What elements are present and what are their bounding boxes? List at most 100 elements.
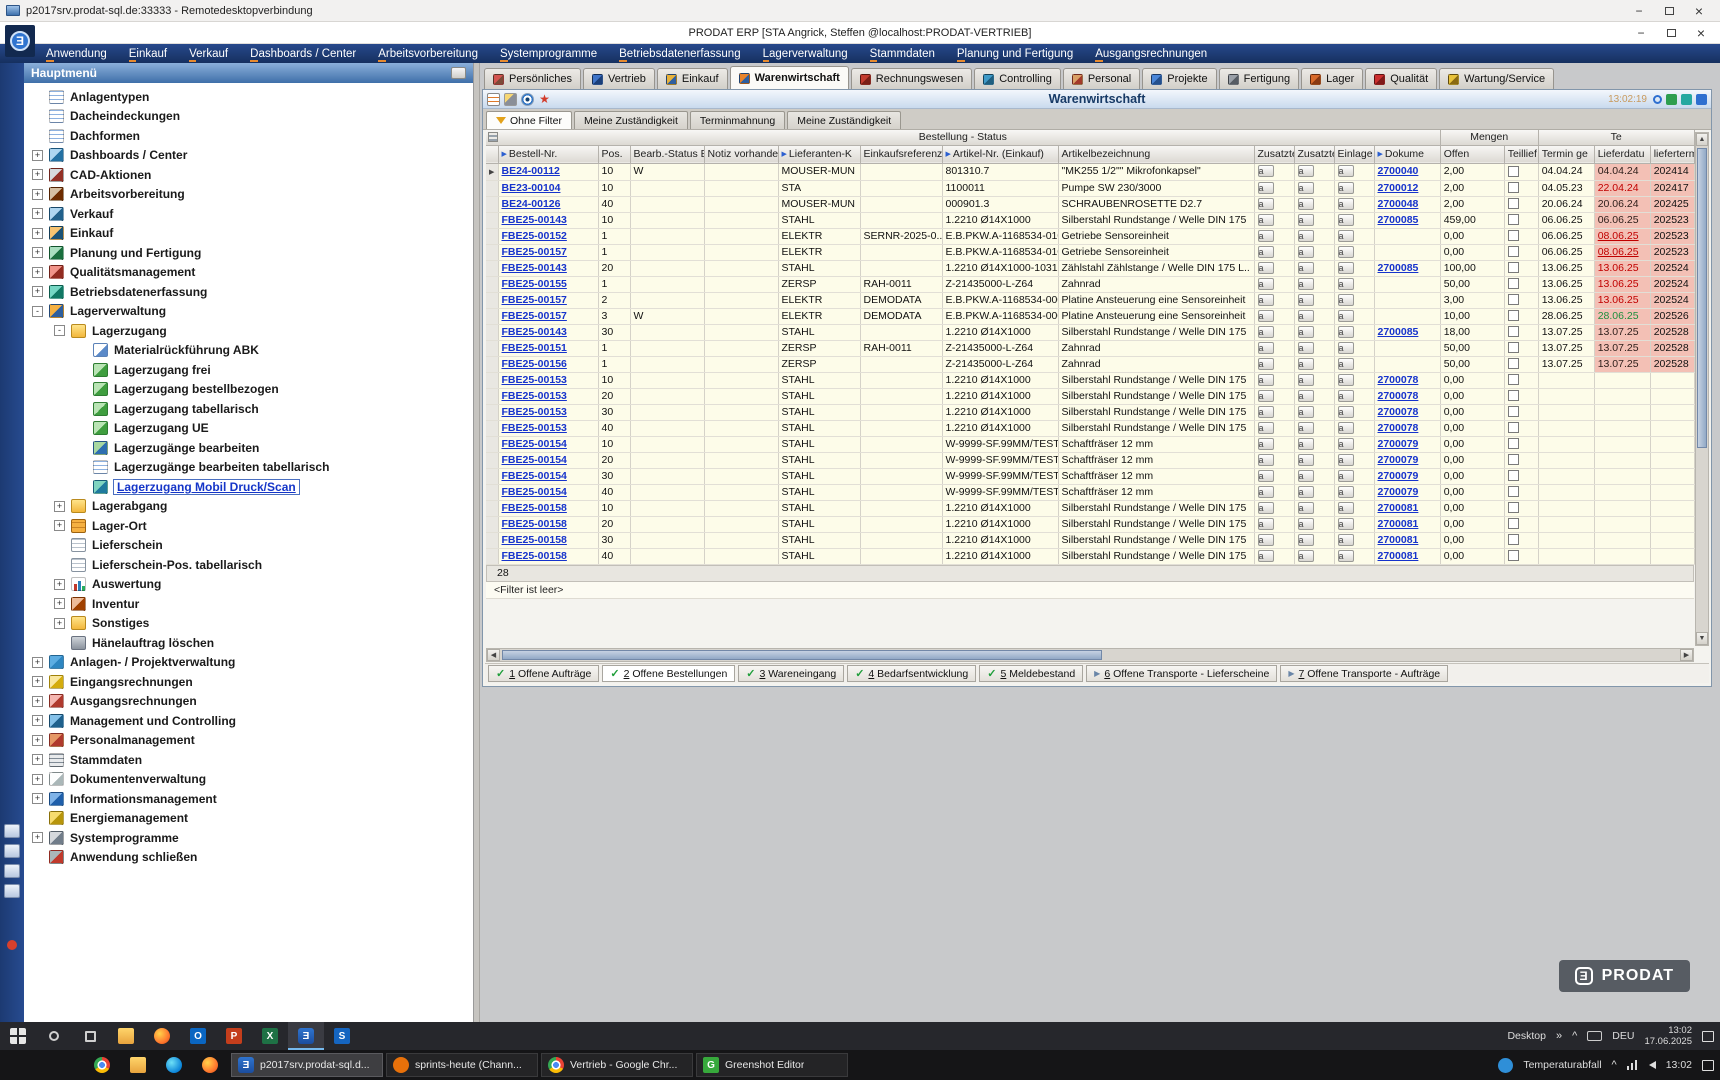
toolbar-overflow-icon[interactable] bbox=[1556, 1030, 1562, 1042]
remote-clock[interactable]: 13:02 17.06.2025 bbox=[1644, 1025, 1692, 1047]
text-note-button[interactable]: a bbox=[1298, 374, 1314, 386]
rdp-restore-button[interactable] bbox=[1654, 2, 1684, 19]
expand-icon[interactable]: + bbox=[32, 247, 43, 258]
tree-item-lagerverwaltung[interactable]: -Lagerverwaltung bbox=[24, 302, 473, 322]
column-header-lieferdat[interactable]: Lieferdatu bbox=[1594, 145, 1650, 163]
collapse-icon[interactable]: - bbox=[54, 325, 65, 336]
tree-item-auswertung[interactable]: +Auswertung bbox=[24, 575, 473, 595]
text-note-button[interactable]: a bbox=[1338, 454, 1354, 466]
taskbar-app-excel[interactable]: X bbox=[252, 1022, 288, 1050]
window-icon[interactable] bbox=[1696, 94, 1707, 105]
order-link[interactable]: FBE25-00154 bbox=[502, 454, 567, 466]
filter-tab-meine-zuständigkeit-2[interactable]: Meine Zuständigkeit bbox=[574, 111, 688, 129]
column-options-icon[interactable] bbox=[488, 132, 498, 142]
menu-item-verkauf[interactable]: Verkauf bbox=[189, 48, 228, 60]
vertical-scroll-thumb[interactable] bbox=[1697, 148, 1707, 448]
tree-item-management-und-controlling[interactable]: +Management und Controlling bbox=[24, 711, 473, 731]
column-header-bestell[interactable]: Bestell-Nr. bbox=[498, 145, 598, 163]
table-row[interactable]: FBE25-001551ZERSPRAH-0011Z-21435000-L-Z6… bbox=[486, 276, 1694, 292]
text-note-button[interactable]: a bbox=[1258, 438, 1274, 450]
document-link[interactable]: 2700079 bbox=[1378, 454, 1419, 466]
menu-item-betriebsdatenerfassung[interactable]: Betriebsdatenerfassung bbox=[619, 48, 740, 60]
partial-delivery-checkbox[interactable] bbox=[1508, 214, 1519, 225]
tree-item-hänelauftrag-löschen[interactable]: Hänelauftrag löschen bbox=[24, 633, 473, 653]
order-link[interactable]: BE24-00112 bbox=[502, 165, 560, 177]
tree-item-anlagen-projektverwaltung[interactable]: +Anlagen- / Projektverwaltung bbox=[24, 653, 473, 673]
column-header-marker[interactable] bbox=[486, 145, 498, 163]
tree-item-lagerzugänge-bearbeiten[interactable]: Lagerzugänge bearbeiten bbox=[24, 438, 473, 458]
table-row[interactable]: FBE25-0015840STAHL1.2210 Ø14X1000Silbers… bbox=[486, 548, 1694, 564]
tree-item-lagerzugang-frei[interactable]: Lagerzugang frei bbox=[24, 360, 473, 380]
tree-item-lieferschein[interactable]: Lieferschein bbox=[24, 536, 473, 556]
app-minimize-button[interactable] bbox=[1626, 24, 1656, 41]
order-link[interactable]: FBE25-00156 bbox=[502, 358, 567, 370]
tree-item-lagerzugang-mobil-druck-scan[interactable]: Lagerzugang Mobil Druck/Scan bbox=[24, 477, 473, 497]
dock-window-icon-2[interactable] bbox=[4, 844, 20, 858]
workspace-tab-personal[interactable]: Personal bbox=[1063, 68, 1140, 89]
text-note-button[interactable]: a bbox=[1338, 326, 1354, 338]
text-note-button[interactable]: a bbox=[1298, 262, 1314, 274]
partial-delivery-checkbox[interactable] bbox=[1508, 294, 1519, 305]
text-note-button[interactable]: a bbox=[1258, 374, 1274, 386]
workspace-tab-controlling[interactable]: Controlling bbox=[974, 68, 1061, 89]
column-header-offen[interactable]: Offen bbox=[1440, 145, 1504, 163]
workspace-tab-fertigung[interactable]: Fertigung bbox=[1219, 68, 1299, 89]
text-note-button[interactable]: a bbox=[1298, 165, 1314, 177]
text-note-button[interactable]: a bbox=[1258, 390, 1274, 402]
taskbar-app-explorer[interactable] bbox=[108, 1022, 144, 1050]
horizontal-scrollbar[interactable] bbox=[486, 648, 1694, 662]
tree-item-einkauf[interactable]: +Einkauf bbox=[24, 224, 473, 244]
expand-icon[interactable]: + bbox=[32, 696, 43, 707]
document-link[interactable]: 2700012 bbox=[1378, 182, 1419, 194]
text-note-button[interactable]: a bbox=[1298, 518, 1314, 530]
order-link[interactable]: FBE25-00157 bbox=[502, 294, 567, 306]
order-link[interactable]: FBE25-00143 bbox=[502, 262, 567, 274]
order-link[interactable]: BE23-00104 bbox=[502, 182, 561, 194]
order-link[interactable]: FBE25-00158 bbox=[502, 518, 567, 530]
taskbar-app-task-view[interactable] bbox=[72, 1022, 108, 1050]
text-note-button[interactable]: a bbox=[1338, 502, 1354, 514]
table-row[interactable]: FBE25-0014330STAHL1.2210 Ø14X1000Silbers… bbox=[486, 324, 1694, 340]
text-note-button[interactable]: a bbox=[1298, 358, 1314, 370]
expand-icon[interactable]: + bbox=[54, 501, 65, 512]
pinned-app-edge[interactable] bbox=[156, 1050, 192, 1080]
table-row[interactable]: FBE25-0015430STAHLW-9999-SF.99MM/TESTSch… bbox=[486, 468, 1694, 484]
text-note-button[interactable]: a bbox=[1258, 534, 1274, 546]
partial-delivery-checkbox[interactable] bbox=[1508, 534, 1519, 545]
menu-item-anwendung[interactable]: Anwendung bbox=[46, 48, 107, 60]
partial-delivery-checkbox[interactable] bbox=[1508, 390, 1519, 401]
view-tab-wareneingang[interactable]: 3 Wareneingang bbox=[738, 665, 844, 682]
taskbar-app-firefox[interactable] bbox=[144, 1022, 180, 1050]
expand-icon[interactable]: + bbox=[32, 150, 43, 161]
pinned-app-firefox[interactable] bbox=[192, 1050, 228, 1080]
tree-item-informationsmanagement[interactable]: +Informationsmanagement bbox=[24, 789, 473, 809]
document-link[interactable]: 2700079 bbox=[1378, 486, 1419, 498]
table-row[interactable]: FBE25-0014320STAHL1.2210 Ø14X1000-1031Zä… bbox=[486, 260, 1694, 276]
text-note-button[interactable]: a bbox=[1338, 182, 1354, 194]
menu-item-planung-und-fertigung[interactable]: Planung und Fertigung bbox=[957, 48, 1073, 60]
notification-icon[interactable] bbox=[1702, 1060, 1714, 1071]
tree-item-lagerzugang-bestellbezogen[interactable]: Lagerzugang bestellbezogen bbox=[24, 380, 473, 400]
table-row[interactable]: FBE25-0014310STAHL1.2210 Ø14X1000Silbers… bbox=[486, 212, 1694, 228]
scroll-left-icon[interactable] bbox=[487, 649, 500, 661]
text-note-button[interactable]: a bbox=[1298, 342, 1314, 354]
local-time[interactable]: 13:02 bbox=[1666, 1059, 1692, 1071]
text-note-button[interactable]: a bbox=[1258, 518, 1274, 530]
order-link[interactable]: FBE25-00151 bbox=[502, 342, 567, 354]
column-header-art[interactable]: Artikel-Nr. (Einkauf) bbox=[942, 145, 1058, 163]
table-row[interactable]: FBE25-001573WELEKTRDEMODATAE.B.PKW.A-116… bbox=[486, 308, 1694, 324]
document-link[interactable]: 2700079 bbox=[1378, 438, 1419, 450]
text-note-button[interactable]: a bbox=[1338, 438, 1354, 450]
tree-item-anlagentypen[interactable]: Anlagentypen bbox=[24, 87, 473, 107]
expand-icon[interactable]: + bbox=[32, 267, 43, 278]
text-note-button[interactable]: a bbox=[1338, 358, 1354, 370]
rdp-minimize-button[interactable] bbox=[1624, 2, 1654, 19]
workspace-tab-rechnungswesen[interactable]: Rechnungswesen bbox=[851, 68, 972, 89]
partial-delivery-checkbox[interactable] bbox=[1508, 278, 1519, 289]
table-row[interactable]: FBE25-0015320STAHL1.2210 Ø14X1000Silbers… bbox=[486, 388, 1694, 404]
order-link[interactable]: FBE25-00153 bbox=[502, 422, 567, 434]
text-note-button[interactable]: a bbox=[1298, 294, 1314, 306]
expand-icon[interactable]: + bbox=[32, 676, 43, 687]
tree-item-sonstiges[interactable]: +Sonstiges bbox=[24, 614, 473, 634]
table-row[interactable]: BE24-0012640MOUSER-MUN000901.3SCHRAUBENR… bbox=[486, 196, 1694, 212]
